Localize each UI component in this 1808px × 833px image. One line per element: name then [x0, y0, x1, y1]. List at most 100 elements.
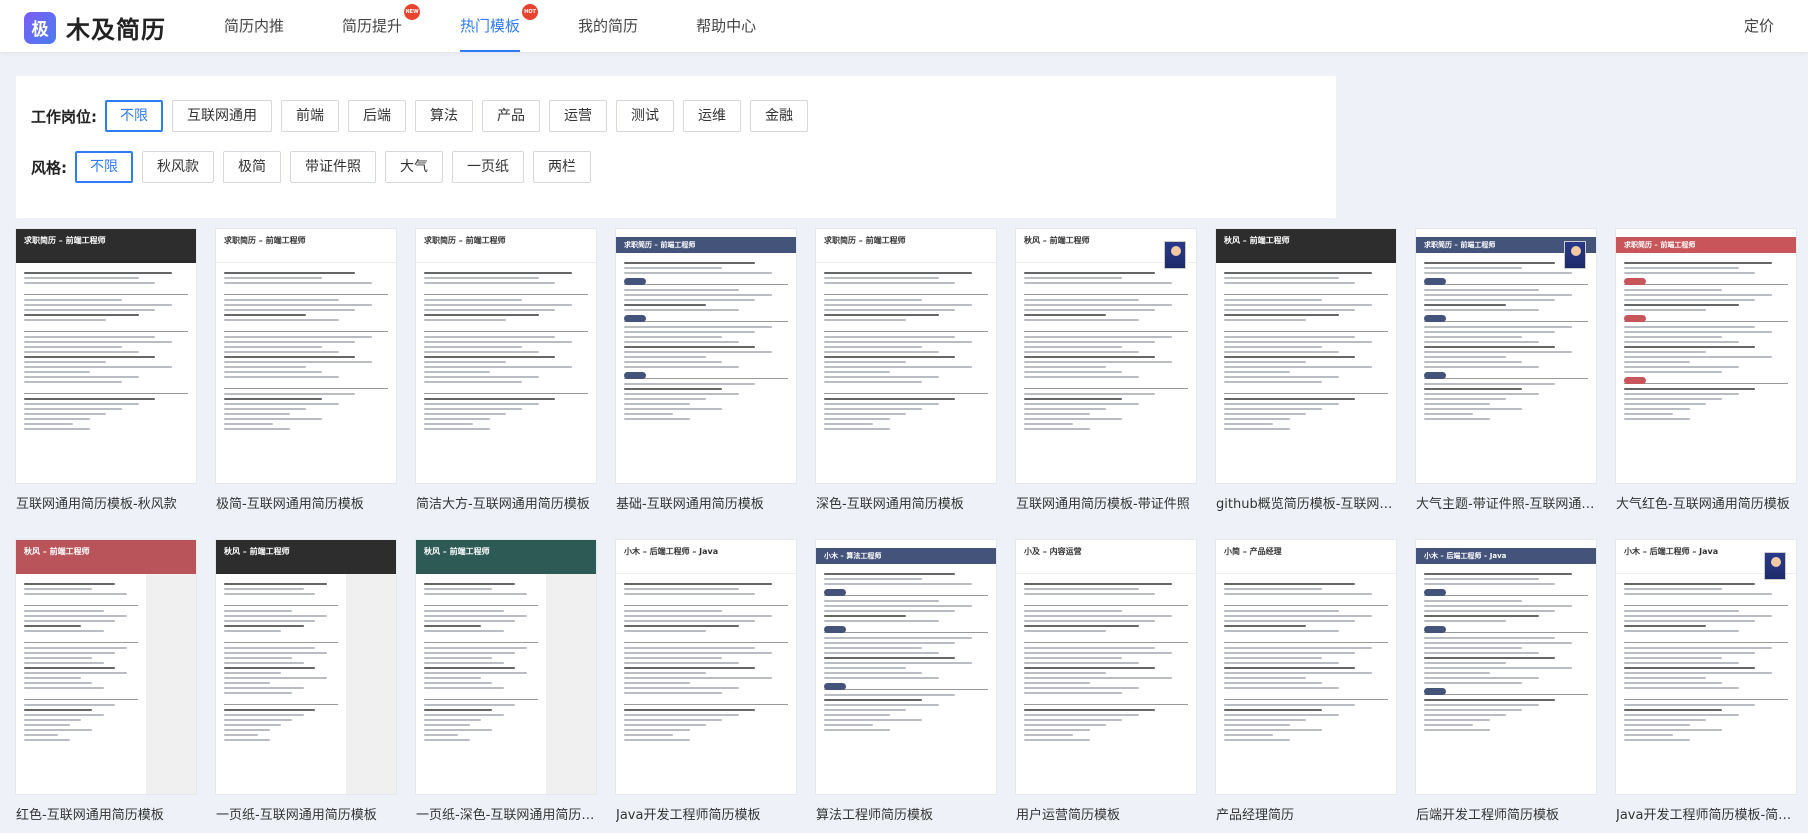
position-chip[interactable]: 算法 — [415, 100, 473, 132]
text-line — [1024, 277, 1123, 279]
text-line — [424, 709, 493, 711]
text-line — [1024, 734, 1074, 736]
text-line — [1024, 625, 1139, 627]
text-line — [1424, 294, 1572, 296]
text-line — [224, 677, 327, 679]
style-chip[interactable]: 秋风款 — [142, 151, 214, 183]
template-card[interactable]: 秋风 – 前端工程师 互联网通用简历模板-带证件照 — [1016, 229, 1196, 540]
style-chip[interactable]: 一页纸 — [452, 151, 524, 183]
text-line — [24, 709, 93, 711]
nav-item[interactable]: 热门模板 HOT — [460, 0, 539, 52]
text-line — [24, 351, 139, 353]
position-chip[interactable]: 运营 — [549, 100, 607, 132]
text-line — [224, 630, 281, 632]
template-card[interactable]: 求职简历 – 前端工程师 简洁大方-互联网通用简历模板 — [416, 229, 596, 540]
text-line — [1624, 630, 1739, 632]
position-chip[interactable]: 测试 — [616, 100, 674, 132]
template-card[interactable]: 求职简历 – 前端工程师 互联网通用简历模板-秋风款 — [16, 229, 196, 540]
text-line — [1624, 326, 1756, 328]
template-thumbnail[interactable]: 小及 – 内容运营 — [1016, 540, 1196, 794]
section-divider — [1024, 638, 1188, 643]
filter-panel: 工作岗位: 不限 互联网通用 前端 后端 算法 产品 运营 测试 运维 金融 风格: 不限 秋风款极… — [16, 76, 1336, 218]
style-chip[interactable]: 极简 — [223, 151, 281, 183]
text-line — [1024, 714, 1139, 716]
template-thumbnail[interactable]: 求职简历 – 前端工程师 — [1616, 229, 1796, 483]
text-line — [624, 630, 706, 632]
template-card[interactable]: 小木 – 后端工程师 – Java Java开发工程师简历模板 — [616, 540, 796, 833]
template-card[interactable]: 小简 – 产品经理 产品经理简历 — [1216, 540, 1396, 833]
template-thumbnail[interactable]: 小木 – 算法工程师 — [816, 540, 996, 794]
position-chip[interactable]: 运维 — [683, 100, 741, 132]
nav-item[interactable]: 简历提升 NEW — [342, 0, 421, 52]
text-line — [1624, 588, 1723, 590]
position-chip[interactable]: 互联网通用 — [172, 100, 272, 132]
template-card[interactable]: 求职简历 – 前端工程师 大气红色-互联网通用简历模板 — [1616, 229, 1796, 540]
template-card[interactable]: 小及 – 内容运营 用户运营简历模板 — [1016, 540, 1196, 833]
position-chip[interactable]: 后端 — [348, 100, 406, 132]
position-chip[interactable]: 不限 — [105, 100, 163, 132]
text-line — [624, 361, 723, 363]
template-card[interactable]: 求职简历 – 前端工程师 深色-互联网通用简历模板 — [816, 229, 996, 540]
text-line — [1224, 299, 1323, 301]
position-chip[interactable]: 金融 — [750, 100, 808, 132]
text-line — [624, 709, 756, 711]
style-chip[interactable]: 大气 — [385, 151, 443, 183]
template-thumbnail[interactable]: 求职简历 – 前端工程师 — [1416, 229, 1596, 483]
text-line — [224, 314, 306, 316]
position-chip[interactable]: 前端 — [281, 100, 339, 132]
section-divider — [1024, 601, 1188, 606]
text-line — [1224, 667, 1356, 669]
template-thumbnail[interactable]: 秋风 – 前端工程师 — [1016, 229, 1196, 483]
template-thumbnail[interactable]: 求职简历 – 前端工程师 — [216, 229, 396, 483]
template-card[interactable]: 秋风 – 前端工程师 一页纸-深色-互联网通用简历模板 — [416, 540, 596, 833]
template-thumbnail[interactable]: 小木 – 后端工程师 – Java — [1616, 540, 1796, 794]
text-line — [424, 428, 490, 430]
text-line — [1624, 729, 1723, 731]
template-thumbnail[interactable]: 求职简历 – 前端工程师 — [816, 229, 996, 483]
pricing-link[interactable]: 定价 — [1744, 0, 1774, 52]
template-thumbnail[interactable]: 求职简历 – 前端工程师 — [416, 229, 596, 483]
template-thumbnail[interactable]: 秋风 – 前端工程师 — [1216, 229, 1396, 483]
text-line — [824, 351, 939, 353]
template-thumbnail[interactable]: 秋风 – 前端工程师 — [216, 540, 396, 794]
logo[interactable]: 极 木及简历 — [24, 10, 166, 45]
text-line — [1624, 719, 1706, 721]
text-line — [1424, 615, 1539, 617]
template-card[interactable]: 秋风 – 前端工程师一页纸-互联网通用简历模板 — [216, 540, 396, 833]
text-line — [824, 366, 972, 368]
text-line — [1224, 625, 1306, 627]
style-chip[interactable]: 两栏 — [533, 151, 591, 183]
template-card[interactable]: 小木 – 算法工程师 算法工程师简历模板 — [816, 540, 996, 833]
text-line — [624, 267, 723, 269]
template-thumbnail[interactable]: 秋风 – 前端工程师 — [16, 540, 196, 794]
new-badge: NEW — [404, 4, 421, 20]
template-thumbnail[interactable]: 求职简历 – 前端工程师 — [16, 229, 196, 483]
thumbnail-header: 秋风 – 前端工程师 — [216, 540, 396, 574]
nav-item[interactable]: 简历内推 — [224, 0, 284, 52]
template-card[interactable]: 秋风 – 前端工程师 github概览简历模板-互联网通用简历模板 — [1216, 229, 1396, 540]
text-line — [224, 282, 372, 284]
text-line — [1624, 662, 1739, 664]
template-thumbnail[interactable]: 求职简历 – 前端工程师 — [616, 229, 796, 483]
text-line — [1224, 630, 1339, 632]
style-chip[interactable]: 带证件照 — [290, 151, 376, 183]
template-card[interactable]: 求职简历 – 前端工程师大气主题-带证件照-互联网通用简历模板 — [1416, 229, 1596, 540]
template-thumbnail[interactable]: 小木 – 后端工程师 – Java — [1416, 540, 1596, 794]
style-chip[interactable]: 不限 — [75, 151, 133, 183]
template-title: 一页纸-互联网通用简历模板 — [216, 808, 377, 823]
template-thumbnail[interactable]: 小木 – 后端工程师 – Java — [616, 540, 796, 794]
template-card[interactable]: 小木 – 后端工程师 – Java Java开发工程师简历模板-简洁大方 — [1616, 540, 1796, 833]
template-card[interactable]: 求职简历 – 前端工程师 极简-互联网通用简历模板 — [216, 229, 396, 540]
text-line — [224, 615, 327, 617]
template-thumbnail[interactable]: 小简 – 产品经理 — [1216, 540, 1396, 794]
template-thumbnail[interactable]: 秋风 – 前端工程师 — [416, 540, 596, 794]
nav-item[interactable]: 帮助中心 — [696, 0, 756, 52]
text-line — [24, 413, 106, 415]
nav-item[interactable]: 我的简历 — [578, 0, 638, 52]
text-line — [24, 672, 127, 674]
template-card[interactable]: 秋风 – 前端工程师 红色-互联网通用简历模板 — [16, 540, 196, 833]
template-card[interactable]: 求职简历 – 前端工程师 基础-互联网通用简历模板 — [616, 229, 796, 540]
template-card[interactable]: 小木 – 后端工程师 – Java 后端开发工程师简历模板 — [1416, 540, 1596, 833]
position-chip[interactable]: 产品 — [482, 100, 540, 132]
text-line — [24, 647, 127, 649]
